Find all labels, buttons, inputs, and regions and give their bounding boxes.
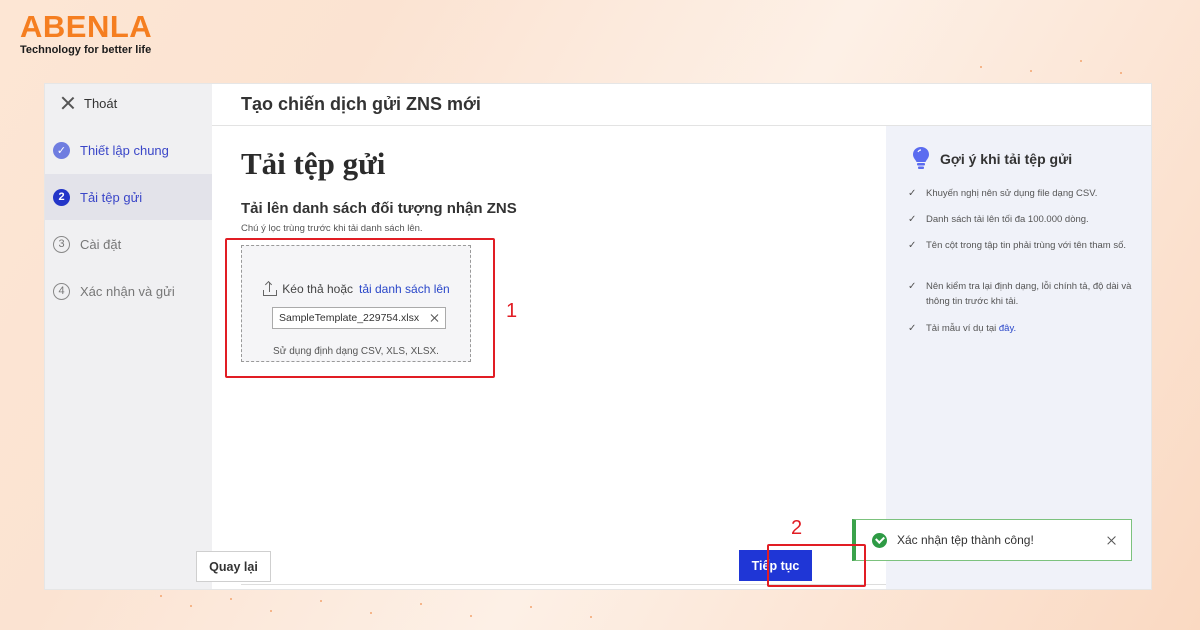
step-number: 2 — [53, 188, 70, 206]
check-icon: ✓ — [908, 188, 917, 199]
exit-button[interactable]: Thoát — [60, 93, 117, 113]
section-title: Tải lên danh sách đối tượng nhận ZNS — [241, 200, 517, 217]
step-label: Thiết lập chung — [80, 142, 169, 158]
back-button[interactable]: Quay lại — [196, 551, 271, 582]
toast-message: Xác nhận tệp thành công! — [897, 533, 1034, 547]
step-label: Cài đặt — [80, 236, 122, 252]
step-general-settings[interactable]: ✓ Thiết lập chung — [45, 127, 212, 173]
annotation-box-1 — [225, 238, 495, 378]
tip-item: ✓ Tải mẫu ví dụ tại đây. — [908, 321, 1133, 336]
page-title: Tải tệp gửi — [241, 146, 386, 181]
tips-header: Gợi ý khi tải tệp gửi — [912, 146, 1072, 172]
annotation-label-1: 1 — [506, 300, 518, 322]
step-number: 3 — [53, 235, 70, 253]
check-icon: ✓ — [908, 214, 917, 225]
annotation-label-2: 2 — [791, 517, 803, 539]
brand-tagline: Technology for better life — [20, 44, 152, 56]
annotation-box-2 — [767, 544, 866, 587]
tip-text: Khuyến nghị nên sử dụng file dạng CSV. — [926, 188, 1098, 199]
step-upload-file[interactable]: 2 Tải tệp gửi — [45, 174, 212, 220]
tip-text: Tên cột trong tập tin phải trùng với tên… — [926, 240, 1127, 251]
tip-item: ✓ Tên cột trong tập tin phải trùng với t… — [908, 238, 1133, 253]
success-toast: Xác nhận tệp thành công! — [852, 519, 1132, 561]
step-settings[interactable]: 3 Cài đặt — [45, 221, 212, 267]
sample-download-link[interactable]: đây. — [999, 323, 1016, 334]
close-icon — [60, 95, 76, 111]
step-confirm-send[interactable]: 4 Xác nhận và gửi — [45, 268, 212, 314]
close-icon[interactable] — [1106, 535, 1117, 546]
hint-text: Chú ý lọc trùng trước khi tải danh sách … — [241, 223, 423, 234]
header-title: Tạo chiến dịch gửi ZNS mới — [241, 94, 481, 114]
app-window: Thoát ✓ Thiết lập chung 2 Tải tệp gửi 3 … — [45, 84, 1151, 589]
check-icon: ✓ — [908, 281, 917, 292]
lightbulb-icon — [913, 147, 929, 169]
step-label: Xác nhận và gửi — [80, 283, 175, 299]
tip-text: Danh sách tải lên tối đa 100.000 dòng. — [926, 214, 1089, 225]
brand-name: ABENLA — [20, 9, 153, 44]
tip-item: ✓ Danh sách tải lên tối đa 100.000 dòng. — [908, 212, 1133, 227]
check-icon: ✓ — [908, 323, 917, 334]
tips-title: Gợi ý khi tải tệp gửi — [940, 151, 1073, 167]
success-check-icon — [872, 532, 887, 548]
step-label: Tải tệp gửi — [80, 189, 143, 205]
check-icon: ✓ — [908, 240, 917, 251]
tip-text: Nên kiểm tra lại định dạng, lỗi chính tả… — [926, 281, 1132, 307]
step-number: 4 — [53, 282, 70, 300]
tip-sample-prefix: Tải mẫu ví dụ tại — [926, 323, 997, 334]
tip-item: ✓ Khuyến nghị nên sử dụng file dạng CSV. — [908, 186, 1133, 201]
tip-item: ✓ Nên kiểm tra lại định dạng, lỗi chính … — [908, 279, 1133, 309]
brand-logo: ABENLA Technology for better life — [20, 9, 153, 57]
tip-text: Tải mẫu ví dụ tại đây. — [926, 321, 1016, 336]
check-icon: ✓ — [53, 141, 70, 159]
page-header: Tạo chiến dịch gửi ZNS mới — [212, 84, 1151, 126]
exit-label: Thoát — [84, 95, 118, 111]
sidebar: Thoát ✓ Thiết lập chung 2 Tải tệp gửi 3 … — [45, 84, 212, 589]
